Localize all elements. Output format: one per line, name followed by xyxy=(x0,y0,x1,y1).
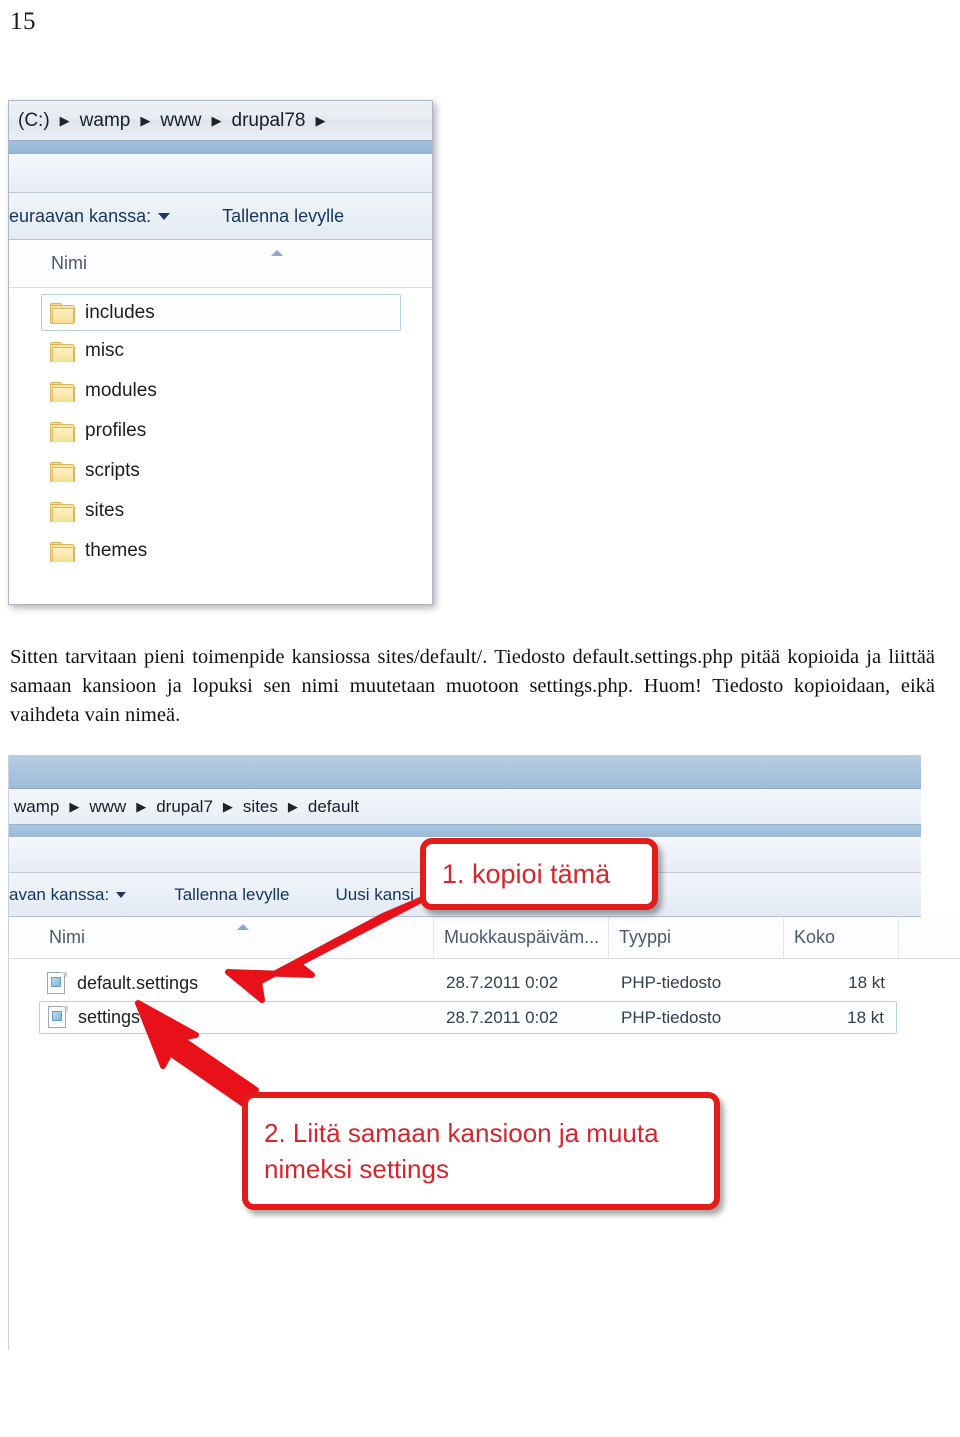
file-name-cell: misc xyxy=(42,340,401,362)
chevron-right-icon: ▶ xyxy=(69,799,80,814)
breadcrumb-item-default[interactable]: default xyxy=(305,797,362,817)
list-item[interactable]: misc xyxy=(41,331,401,371)
chevron-right-icon: ▶ xyxy=(315,113,326,128)
open-with-label: avan kanssa: xyxy=(9,884,110,904)
toolbar-top: euraavan kanssa: Tallenna levylle xyxy=(9,193,432,240)
file-name-label: modules xyxy=(85,380,157,401)
explorer-window-top: (C:) ▶ wamp ▶ www ▶ drupal78 ▶ euraavan … xyxy=(8,100,433,605)
file-modified-cell: 28.7.2011 0:02 xyxy=(446,1007,559,1027)
column-header-top: Nimi xyxy=(9,240,432,288)
column-header-koko[interactable]: Koko xyxy=(784,917,899,958)
sort-ascending-icon xyxy=(271,250,283,256)
callout-2: 2. Liitä samaan kansioon ja muuta nimeks… xyxy=(242,1092,720,1210)
php-file-icon xyxy=(47,971,67,995)
file-name-label: profiles xyxy=(85,420,147,441)
list-item[interactable]: includes xyxy=(41,294,401,331)
chevron-down-icon[interactable] xyxy=(116,891,127,898)
breadcrumb-item-drive[interactable]: (C:) xyxy=(15,110,53,132)
breadcrumb-item-www[interactable]: www xyxy=(86,797,129,817)
file-type-cell: PHP-tiedosto xyxy=(621,1007,722,1027)
file-name-label: default.settings xyxy=(77,972,199,993)
burn-to-disc-button-top[interactable]: Tallenna levylle xyxy=(212,206,354,227)
breadcrumb-bottom[interactable]: wamp ▶ www ▶ drupal7 ▶ sites ▶ default xyxy=(11,797,362,817)
file-list-top: includes misc modules profiles scripts s… xyxy=(9,288,432,571)
list-item[interactable]: scripts xyxy=(41,451,401,491)
file-name-label: misc xyxy=(85,340,125,361)
file-name-cell: profiles xyxy=(42,420,401,442)
search-row-top[interactable] xyxy=(9,154,432,193)
file-name-label: includes xyxy=(85,301,155,323)
chevron-down-icon[interactable] xyxy=(158,212,171,220)
chevron-right-icon: ▶ xyxy=(211,113,222,128)
file-name-cell: themes xyxy=(42,540,401,562)
file-name-label: sites xyxy=(85,500,125,521)
file-name-cell: scripts xyxy=(42,460,401,482)
table-row[interactable]: settings 28.7.2011 0:02 PHP-tiedosto 18 … xyxy=(39,1001,897,1034)
instruction-paragraph: Sitten tarvitaan pieni toimenpide kansio… xyxy=(10,645,935,726)
folder-icon xyxy=(50,541,75,562)
chevron-right-icon: ▶ xyxy=(287,799,298,814)
window-accent-band-bottom xyxy=(9,825,921,837)
file-name-label: scripts xyxy=(85,460,140,481)
chevron-right-icon: ▶ xyxy=(140,113,151,128)
list-item[interactable]: modules xyxy=(41,371,401,411)
file-name-label: settings xyxy=(78,1007,141,1027)
breadcrumb-top[interactable]: (C:) ▶ wamp ▶ www ▶ drupal78 ▶ xyxy=(15,110,332,132)
file-size-cell: 18 kt xyxy=(848,973,885,992)
chevron-right-icon: ▶ xyxy=(222,799,233,814)
column-header-tyyppi[interactable]: Tyyppi xyxy=(609,917,784,958)
folder-icon xyxy=(50,421,75,442)
window-title-band-bottom xyxy=(9,755,921,789)
chevron-right-icon: ▶ xyxy=(59,113,70,128)
file-name-cell: modules xyxy=(42,380,401,402)
callout-1: 1. kopioi tämä xyxy=(420,838,658,910)
file-size-cell: 18 kt xyxy=(847,1007,884,1027)
open-with-button-top[interactable]: euraavan kanssa: xyxy=(9,206,180,227)
table-row[interactable]: default.settings 28.7.2011 0:02 PHP-tied… xyxy=(39,967,897,999)
address-bar-bottom[interactable]: wamp ▶ www ▶ drupal7 ▶ sites ▶ default xyxy=(9,789,921,825)
folder-icon xyxy=(50,303,75,324)
file-name-label: themes xyxy=(85,540,148,561)
window-accent-band-top xyxy=(9,141,432,154)
folder-icon xyxy=(50,501,75,522)
address-bar-top[interactable]: (C:) ▶ wamp ▶ www ▶ drupal78 ▶ xyxy=(9,101,432,141)
folder-icon xyxy=(50,341,75,362)
file-name-cell: sites xyxy=(42,500,401,522)
sort-ascending-icon xyxy=(237,924,249,930)
column-header-muokkauspaivamaara[interactable]: Muokkauspäiväm... xyxy=(434,917,609,958)
breadcrumb-item-wamp[interactable]: wamp xyxy=(77,110,134,132)
file-type-cell: PHP-tiedosto xyxy=(621,973,722,992)
list-item[interactable]: sites xyxy=(41,491,401,531)
chevron-right-icon: ▶ xyxy=(136,799,147,814)
page-number: 15 xyxy=(10,8,36,35)
callout-2-text: 2. Liitä samaan kansioon ja muuta nimeks… xyxy=(264,1118,659,1184)
breadcrumb-item-wamp[interactable]: wamp xyxy=(11,797,62,817)
breadcrumb-item-www[interactable]: www xyxy=(157,110,204,132)
breadcrumb-item-drupal7[interactable]: drupal7 xyxy=(153,797,216,817)
callout-1-text: 1. kopioi tämä xyxy=(442,859,611,889)
file-name-cell: default.settings xyxy=(39,971,434,995)
folder-icon xyxy=(50,461,75,482)
open-with-button-bottom[interactable]: avan kanssa: xyxy=(9,885,136,905)
php-file-icon xyxy=(48,1006,68,1029)
breadcrumb-item-drupal78[interactable]: drupal78 xyxy=(229,110,309,132)
list-item[interactable]: themes xyxy=(41,531,401,571)
burn-to-disc-button-bottom[interactable]: Tallenna levylle xyxy=(164,885,299,905)
open-with-label: euraavan kanssa: xyxy=(9,205,152,226)
column-header-nimi[interactable]: Nimi xyxy=(41,240,431,287)
new-folder-button-bottom[interactable]: Uusi kansi xyxy=(325,885,423,905)
file-name-cell: settings xyxy=(40,1006,434,1029)
column-header-bottom: Nimi Muokkauspäiväm... Tyyppi Koko xyxy=(9,917,960,959)
file-name-cell: includes xyxy=(42,302,400,324)
file-modified-cell: 28.7.2011 0:02 xyxy=(446,973,559,992)
breadcrumb-item-sites[interactable]: sites xyxy=(240,797,281,817)
folder-icon xyxy=(50,381,75,402)
list-item[interactable]: profiles xyxy=(41,411,401,451)
